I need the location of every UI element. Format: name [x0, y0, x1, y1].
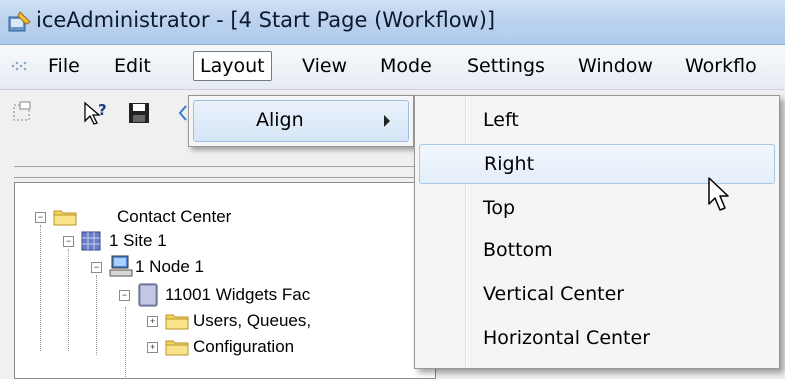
folder-icon [53, 210, 77, 226]
folder-icon [165, 314, 189, 330]
menu-item-label: Bottom [483, 239, 553, 261]
expand-icon[interactable]: + [147, 342, 158, 353]
menu-item-align-bottom[interactable]: Bottom [419, 230, 773, 270]
tree-node-label: 1 Site 1 [109, 231, 167, 250]
menu-view[interactable]: View [296, 51, 353, 81]
menu-edit[interactable]: Edit [108, 51, 157, 81]
menu-item-align-left[interactable]: Left [419, 100, 773, 140]
menu-window[interactable]: Window [572, 51, 659, 81]
svg-text:?: ? [98, 101, 107, 119]
menu-item-label: Right [484, 153, 535, 175]
submenu-arrow-icon [384, 115, 390, 127]
site-icon [81, 231, 101, 251]
save-icon[interactable] [128, 102, 150, 124]
arrow-left-icon[interactable] [178, 104, 188, 122]
server-icon [138, 283, 158, 307]
align-submenu: Left Right Top Bottom Vertical Center Ho… [414, 95, 780, 369]
tree-node-label: 11001 Widgets Fac [165, 285, 311, 304]
expand-icon[interactable]: + [147, 316, 158, 327]
menu-layout[interactable]: Layout [193, 51, 272, 81]
window-title: iceAdministrator - [4 Start Page (Workfl… [36, 8, 496, 32]
grip-icon [11, 61, 27, 71]
menu-settings[interactable]: Settings [461, 51, 551, 81]
collapse-icon[interactable]: − [63, 236, 74, 247]
menu-bar: File Edit Layout View Mode Settings Wind… [0, 45, 785, 90]
menu-item-vertical-center[interactable]: Vertical Center [419, 274, 773, 314]
menu-item-horizontal-center[interactable]: Horizontal Center [419, 318, 773, 358]
help-icon[interactable]: ? [82, 100, 110, 126]
collapse-icon[interactable]: − [119, 290, 130, 301]
menu-item-label: Horizontal Center [483, 327, 651, 349]
app-icon [8, 11, 31, 32]
collapse-icon[interactable]: − [35, 212, 46, 223]
collapse-icon[interactable]: − [91, 262, 102, 273]
menu-item-align[interactable]: Align [193, 100, 409, 142]
menu-item-label: Left [483, 109, 519, 131]
menu-workflow[interactable]: Workflo [679, 51, 763, 81]
title-bar[interactable]: iceAdministrator - [4 Start Page (Workfl… [0, 0, 785, 45]
tree-view: − Contact Center − 1 Site 1 − 1 Node 1 − [14, 182, 436, 379]
mouse-cursor-icon [708, 177, 729, 211]
tree-node-label: Configuration [193, 337, 295, 356]
layout-menu: Align [188, 95, 414, 147]
folder-icon [165, 340, 189, 356]
tree-node-label: 1 Node 1 [135, 257, 204, 276]
menu-item-label: Top [483, 197, 516, 219]
panel-splitter[interactable] [14, 166, 424, 178]
tree-node-label: Contact Center [117, 207, 232, 226]
menu-item-label: Vertical Center [483, 283, 625, 305]
computer-icon [109, 255, 133, 277]
menu-item-label: Align [256, 109, 304, 131]
tree-node-label: Users, Queues, [193, 311, 312, 330]
new-node-icon[interactable] [10, 100, 34, 124]
menu-file[interactable]: File [42, 51, 86, 81]
menu-mode[interactable]: Mode [374, 51, 438, 81]
